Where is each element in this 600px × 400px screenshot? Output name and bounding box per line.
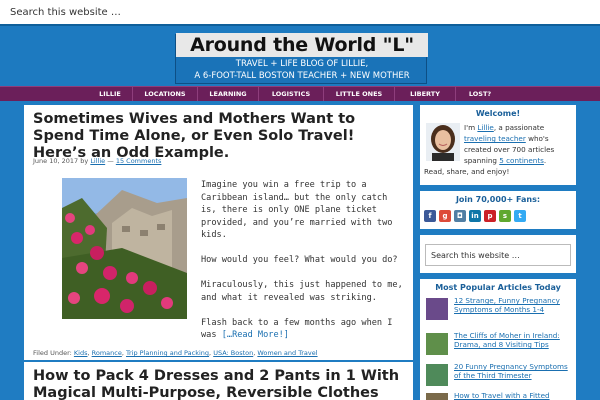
popular-articles-widget: Most Popular Articles Today 12 Strange, …	[420, 279, 576, 400]
read-more-link[interactable]: […Read More!]	[222, 330, 289, 340]
nav-item-lillie[interactable]: LILLIE	[88, 87, 132, 101]
welcome-widget: Welcome! I'm Lillie, a passionate travel…	[420, 105, 576, 185]
main-nav: LILLIE LOCATIONS LEARNING LOGISTICS LITT…	[0, 86, 600, 101]
popular-thumb	[426, 333, 448, 355]
popular-link[interactable]: 12 Strange, Funny Pregnancy Symptoms of …	[454, 296, 574, 314]
top-search-bar	[0, 0, 600, 26]
excerpt-paragraph-last: Flash back to a few months ago when I wa…	[201, 317, 406, 342]
popular-link[interactable]: 20 Funny Pregnancy Symptoms of the Third…	[454, 362, 574, 380]
sidebar-search-widget	[420, 235, 576, 273]
popular-item[interactable]: 12 Strange, Funny Pregnancy Symptoms of …	[426, 296, 571, 324]
google-plus-icon[interactable]: g	[439, 210, 451, 222]
welcome-heading: Welcome!	[475, 109, 521, 118]
post-excerpt: Imagine you win a free trip to a Caribbe…	[201, 179, 406, 354]
popular-thumb	[426, 298, 448, 320]
welcome-line-4: spanning 5 continents.	[424, 155, 574, 166]
stumbleupon-icon[interactable]: s	[499, 210, 511, 222]
site-logo[interactable]: Around the World "L" TRAVEL + LIFE BLOG …	[175, 33, 428, 84]
linkedin-icon[interactable]: in	[469, 210, 481, 222]
welcome-text: I'm Lillie, a passionate traveling teach…	[424, 122, 574, 177]
excerpt-paragraph: Imagine you win a free trip to a Caribbe…	[201, 180, 393, 240]
post-meta: June 10, 2017 by Lillie — 15 Comments	[33, 157, 161, 165]
post-date: June 10, 2017	[33, 157, 79, 165]
instagram-icon[interactable]: ◘	[454, 210, 466, 222]
author-name-link[interactable]: Lillie	[477, 123, 493, 132]
social-icons: f g ◘ in p s t	[424, 210, 526, 222]
excerpt-paragraph: Miraculously, this just happened to me, …	[201, 280, 403, 303]
popular-item[interactable]: How to Travel with a Fitted	[426, 391, 571, 400]
top-search-input[interactable]	[0, 0, 300, 25]
welcome-t5: spanning	[464, 156, 500, 165]
facebook-icon[interactable]: f	[424, 210, 436, 222]
filed-under-label: Filed Under:	[33, 349, 72, 357]
category-link-kids[interactable]: Kids	[74, 349, 88, 357]
fans-heading: Join 70,000+ Fans:	[455, 195, 541, 204]
popular-thumb	[426, 393, 448, 400]
popular-item[interactable]: 20 Funny Pregnancy Symptoms of the Third…	[426, 362, 571, 390]
popular-link[interactable]: The Cliffs of Moher in Ireland: Drama, a…	[454, 331, 574, 349]
welcome-t2: , a passionate	[493, 123, 545, 132]
popular-item[interactable]: The Cliffs of Moher in Ireland: Drama, a…	[426, 331, 571, 359]
nav-item-learning[interactable]: LEARNING	[198, 87, 258, 101]
nav-item-little-ones[interactable]: LITTLE ONES	[324, 87, 394, 101]
excerpt-paragraph: How would you feel? What would you do?	[201, 255, 398, 265]
post-author-link[interactable]: Lillie	[90, 157, 105, 165]
category-link-women-travel[interactable]: Women and Travel	[257, 349, 317, 357]
sidebar-search-input[interactable]	[425, 244, 571, 266]
pinterest-icon[interactable]: p	[484, 210, 496, 222]
welcome-line-2: traveling teacher who's	[424, 133, 574, 144]
fans-widget: Join 70,000+ Fans: f g ◘ in p s t	[420, 191, 576, 229]
category-link-romance[interactable]: Romance	[92, 349, 122, 357]
nav-item-logistics[interactable]: LOGISTICS	[259, 87, 323, 101]
post-comments-link[interactable]: 15 Comments	[116, 157, 162, 165]
post-card: Sometimes Wives and Mothers Want to Spen…	[24, 105, 413, 360]
popular-link[interactable]: How to Travel with a Fitted	[454, 391, 574, 400]
category-link-trip-planning[interactable]: Trip Planning and Packing	[126, 349, 209, 357]
site-header: Around the World "L" TRAVEL + LIFE BLOG …	[0, 26, 600, 86]
nav-item-liberty[interactable]: LIBERTY	[395, 87, 455, 101]
welcome-line-1: I'm Lillie, a passionate	[424, 122, 574, 133]
logo-title: Around the World "L"	[176, 33, 428, 57]
popular-heading: Most Popular Articles Today	[435, 283, 561, 292]
post-title-2[interactable]: How to Pack 4 Dresses and 2 Pants in 1 W…	[33, 368, 403, 400]
post-featured-image[interactable]	[62, 178, 187, 319]
continents-link[interactable]: 5 continents	[499, 156, 544, 165]
welcome-line-3: created over 700 articles	[464, 145, 555, 154]
post-by: by	[80, 157, 89, 165]
post-title[interactable]: Sometimes Wives and Mothers Want to Spen…	[33, 111, 403, 162]
welcome-t3: who's	[525, 134, 549, 143]
logo-tagline-2: A 6-FOOT-TALL BOSTON TEACHER + NEW MOTHE…	[194, 71, 410, 81]
popular-thumb	[426, 364, 448, 386]
twitter-icon[interactable]: t	[514, 210, 526, 222]
welcome-t1: I'm	[464, 123, 478, 132]
nav-item-locations[interactable]: LOCATIONS	[133, 87, 197, 101]
post-card-2: How to Pack 4 Dresses and 2 Pants in 1 W…	[24, 362, 413, 400]
nav-item-lost[interactable]: LOST?	[456, 87, 504, 101]
category-link-usa-boston[interactable]: USA: Boston	[213, 349, 253, 357]
traveling-teacher-link[interactable]: traveling teacher	[464, 134, 526, 143]
welcome-t6: .	[543, 156, 547, 165]
logo-tagline-1: TRAVEL + LIFE BLOG OF LILLIE,	[235, 59, 369, 69]
welcome-line-5: Read, share, and enjoy!	[424, 167, 510, 176]
post-categories: Filed Under: Kids, Romance, Trip Plannin…	[33, 349, 318, 357]
meta-dash: —	[107, 157, 114, 165]
